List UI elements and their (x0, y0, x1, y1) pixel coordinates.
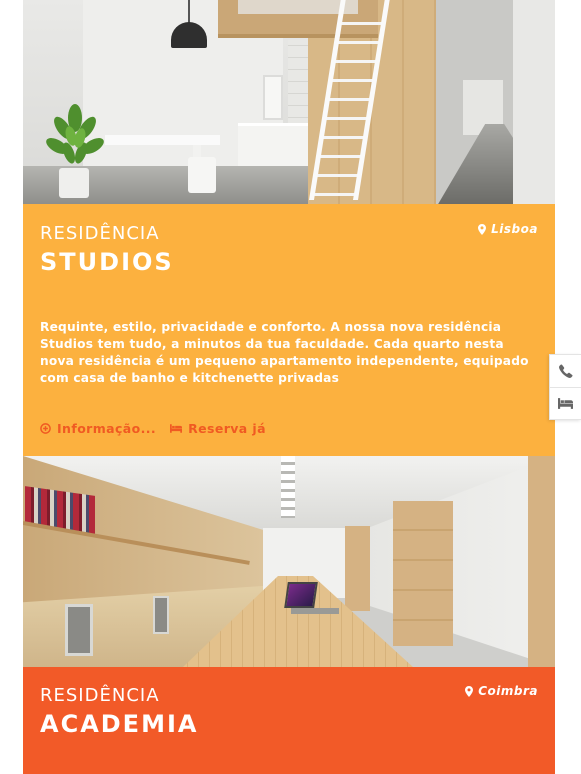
city-label: Lisboa (491, 222, 538, 236)
map-pin-icon (478, 223, 487, 235)
floating-contact-bar (549, 354, 581, 420)
bed-icon (558, 398, 573, 409)
plus-circle-icon (40, 423, 51, 434)
residence-location: Coimbra (465, 684, 538, 698)
residence-name[interactable]: ACADEMIA (40, 710, 198, 738)
map-pin-icon (465, 685, 474, 697)
residence-card-academia: RESIDÊNCIA ACADEMIA Coimbra (23, 667, 555, 774)
bed-icon (170, 424, 183, 433)
call-button[interactable] (550, 355, 581, 387)
book-now-label: Reserva já (188, 421, 266, 436)
residence-photo-academia[interactable] (23, 456, 555, 667)
phone-icon (558, 364, 573, 378)
residence-description: Requinte, estilo, privacidade e conforto… (40, 320, 529, 385)
book-now-link[interactable]: Reserva já (170, 421, 266, 436)
city-label: Coimbra (478, 684, 538, 698)
info-link[interactable]: Informação... (40, 421, 156, 436)
residence-kicker: RESIDÊNCIA (40, 685, 160, 706)
residence-photo-studios[interactable] (23, 0, 555, 204)
residence-kicker: RESIDÊNCIA (40, 223, 160, 244)
residence-card-studios: RESIDÊNCIA STUDIOS Lisboa Requinte, esti… (23, 204, 555, 456)
plant-decoration (46, 104, 104, 164)
residence-location: Lisboa (478, 222, 538, 236)
booking-button[interactable] (550, 387, 581, 419)
info-link-label: Informação... (57, 421, 157, 436)
residence-name[interactable]: STUDIOS (40, 248, 174, 276)
residence-actions: Informação... Reserva já (40, 421, 266, 436)
